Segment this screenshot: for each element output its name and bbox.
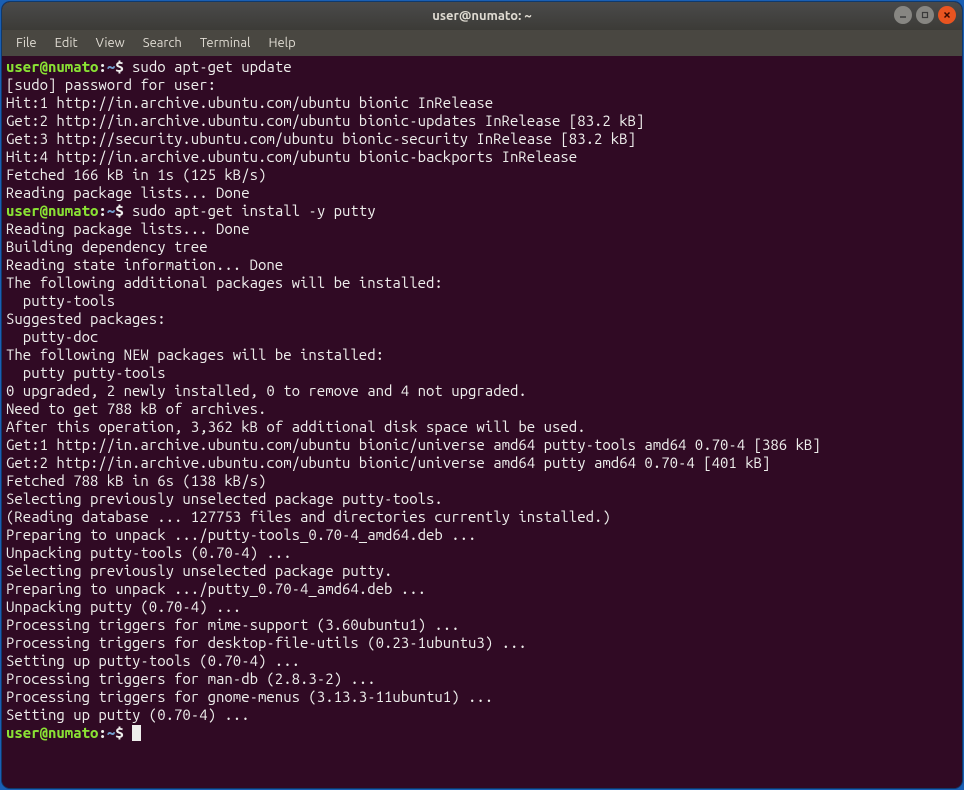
output-line: Processing triggers for gnome-menus (3.1…	[6, 688, 958, 706]
window-controls	[894, 6, 956, 24]
terminal-output[interactable]: user@numato:~$ sudo apt-get update[sudo]…	[2, 56, 962, 788]
output-line: Processing triggers for man-db (2.8.3-2)…	[6, 670, 958, 688]
output-line: Get:3 http://security.ubuntu.com/ubuntu …	[6, 130, 958, 148]
output-line: Reading package lists... Done	[6, 220, 958, 238]
output-line: putty-doc	[6, 328, 958, 346]
prompt-userhost: user@numato	[6, 58, 98, 75]
output-line: Building dependency tree	[6, 238, 958, 256]
output-line: Fetched 788 kB in 6s (138 kB/s)	[6, 472, 958, 490]
prompt-colon: :	[98, 58, 106, 75]
output-line: Unpacking putty-tools (0.70-4) ...	[6, 544, 958, 562]
output-line: Get:2 http://in.archive.ubuntu.com/ubunt…	[6, 454, 958, 472]
prompt-colon: :	[98, 202, 106, 219]
menu-terminal[interactable]: Terminal	[192, 33, 259, 53]
prompt-dollar: $	[115, 724, 132, 741]
output-line: Preparing to unpack .../putty-tools_0.70…	[6, 526, 958, 544]
output-line: After this operation, 3,362 kB of additi…	[6, 418, 958, 436]
output-line: Suggested packages:	[6, 310, 958, 328]
maximize-button[interactable]	[916, 6, 934, 24]
output-line: Reading state information... Done	[6, 256, 958, 274]
minimize-button[interactable]	[894, 6, 912, 24]
output-line: Need to get 788 kB of archives.	[6, 400, 958, 418]
output-line: Get:1 http://in.archive.ubuntu.com/ubunt…	[6, 436, 958, 454]
output-line: Selecting previously unselected package …	[6, 562, 958, 580]
output-line: putty putty-tools	[6, 364, 958, 382]
output-line: The following NEW packages will be insta…	[6, 346, 958, 364]
command-2: sudo apt-get install -y putty	[132, 202, 376, 219]
menubar: File Edit View Search Terminal Help	[2, 30, 962, 56]
menu-file[interactable]: File	[8, 33, 45, 53]
prompt-path: ~	[107, 724, 115, 741]
output-line: (Reading database ... 127753 files and d…	[6, 508, 958, 526]
window-title: user@numato: ~	[432, 9, 531, 23]
output-line: Preparing to unpack .../putty_0.70-4_amd…	[6, 580, 958, 598]
output-line: Setting up putty (0.70-4) ...	[6, 706, 958, 724]
menu-search[interactable]: Search	[135, 33, 190, 53]
prompt-dollar: $	[115, 58, 132, 75]
titlebar[interactable]: user@numato: ~	[2, 2, 962, 30]
prompt-userhost: user@numato	[6, 724, 98, 741]
output-line: Fetched 166 kB in 1s (125 kB/s)	[6, 166, 958, 184]
menu-help[interactable]: Help	[260, 33, 303, 53]
cursor	[132, 725, 141, 741]
close-button[interactable]	[938, 6, 956, 24]
prompt-colon: :	[98, 724, 106, 741]
prompt-userhost: user@numato	[6, 202, 98, 219]
output-line: Hit:1 http://in.archive.ubuntu.com/ubunt…	[6, 94, 958, 112]
output-line: Setting up putty-tools (0.70-4) ...	[6, 652, 958, 670]
maximize-icon	[921, 11, 929, 19]
terminal-window: user@numato: ~ File Edit View Search Ter…	[2, 2, 962, 788]
output-line: Processing triggers for mime-support (3.…	[6, 616, 958, 634]
close-icon	[943, 11, 951, 19]
output-line: Hit:4 http://in.archive.ubuntu.com/ubunt…	[6, 148, 958, 166]
prompt-path: ~	[107, 58, 115, 75]
output-line: The following additional packages will b…	[6, 274, 958, 292]
minimize-icon	[899, 11, 907, 19]
output-line: putty-tools	[6, 292, 958, 310]
output-line: Processing triggers for desktop-file-uti…	[6, 634, 958, 652]
output-line: [sudo] password for user:	[6, 76, 958, 94]
prompt-path: ~	[107, 202, 115, 219]
output-line: Get:2 http://in.archive.ubuntu.com/ubunt…	[6, 112, 958, 130]
output-line: Selecting previously unselected package …	[6, 490, 958, 508]
output-line: Unpacking putty (0.70-4) ...	[6, 598, 958, 616]
output-line: Reading package lists... Done	[6, 184, 958, 202]
menu-edit[interactable]: Edit	[47, 33, 86, 53]
prompt-dollar: $	[115, 202, 132, 219]
menu-view[interactable]: View	[88, 33, 133, 53]
command-1: sudo apt-get update	[132, 58, 292, 75]
output-line: 0 upgraded, 2 newly installed, 0 to remo…	[6, 382, 958, 400]
